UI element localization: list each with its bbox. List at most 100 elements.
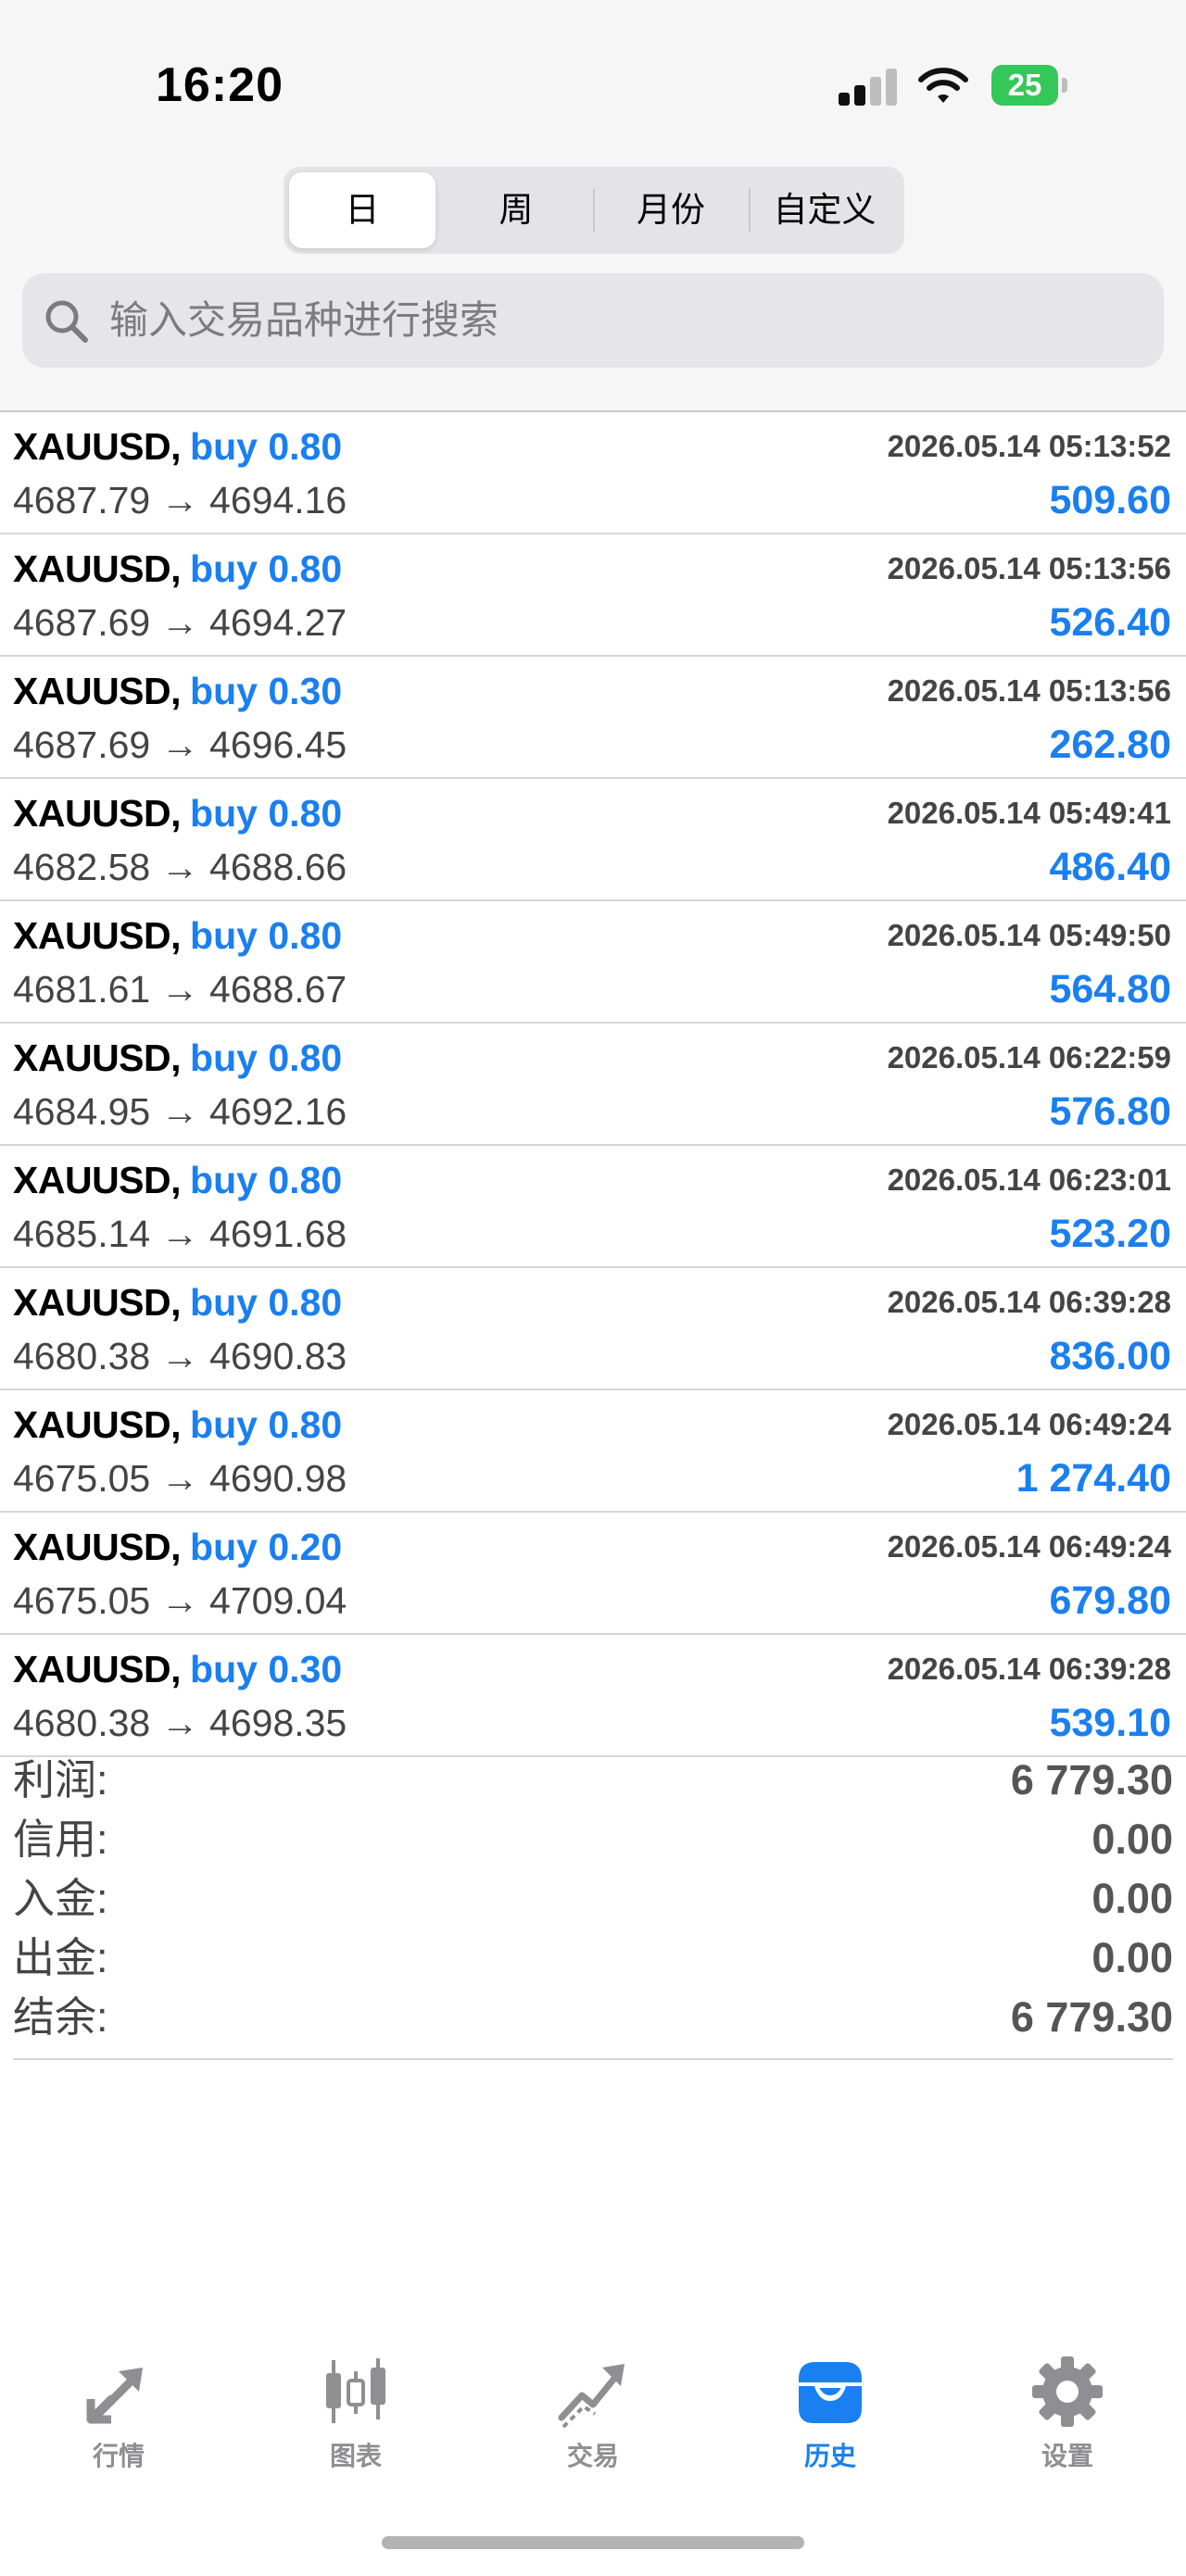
trade-direction: buy [190, 547, 258, 590]
trade-prices: 4675.05 → 4690.98 [13, 1453, 347, 1503]
summary-row: 结余: 6 779.30 [13, 1988, 1173, 2047]
tab-chart[interactable]: 图表 [282, 2344, 430, 2482]
trade-prices: 4685.14 → 4691.68 [13, 1209, 347, 1259]
trade-symbol: XAUUSD, [13, 547, 182, 590]
tab-settings[interactable]: 设置 [993, 2344, 1142, 2482]
trade-history-list: XAUUSD, buy 0.80 2026.05.14 05:13:52 4687.7… [0, 410, 1186, 1757]
trade-volume: 0.20 [268, 1526, 343, 1568]
summary-label: 结余: [13, 1993, 108, 2041]
trade-row[interactable]: XAUUSD, buy 0.80 2026.05.14 05:13:52 4687.7… [0, 412, 1186, 534]
cellular-signal-icon [839, 67, 898, 106]
tab-label: 图表 [329, 2442, 382, 2470]
status-time: 16:20 [156, 58, 284, 112]
trade-time: 2026.05.14 06:22:59 [887, 1040, 1171, 1074]
trade-prices: 4687.69 → 4696.45 [13, 720, 347, 770]
trade-profit: 539.10 [1049, 1701, 1171, 1745]
trade-prices: 4684.95 → 4692.16 [13, 1087, 347, 1137]
trade-time: 2026.05.14 06:49:24 [887, 1407, 1171, 1441]
segment-custom[interactable]: 自定义 [751, 172, 899, 248]
search-placeholder: 输入交易品种进行搜索 [109, 298, 499, 342]
tab-label: 交易 [566, 2442, 619, 2470]
summary-value: 6 779.30 [1010, 1993, 1173, 2041]
trade-time: 2026.05.14 06:49:24 [887, 1529, 1171, 1564]
trade-time: 2026.05.14 05:13:56 [887, 673, 1171, 708]
arrow-icon: → [160, 1702, 199, 1744]
trade-row[interactable]: XAUUSD, buy 0.80 2026.05.14 06:39:28 4680.3… [0, 1268, 1186, 1390]
trade-symbol-line: XAUUSD, buy 0.80 [13, 911, 342, 961]
trade-symbol: XAUUSD, [13, 670, 182, 712]
trade-row[interactable]: XAUUSD, buy 0.80 2026.05.14 06:23:01 4685.1… [0, 1146, 1186, 1268]
summary-row: 出金: 0.00 [13, 1929, 1173, 1988]
summary-row: 利润: 6 779.30 [13, 1751, 1173, 1810]
trade-symbol-line: XAUUSD, buy 0.80 [13, 421, 342, 471]
trade-volume: 0.80 [268, 1159, 343, 1201]
open-price: 4675.05 [13, 1457, 151, 1500]
arrow-icon: → [160, 1213, 199, 1255]
trade-row[interactable]: XAUUSD, buy 0.80 2026.05.14 06:22:59 4684.9… [0, 1024, 1186, 1146]
trade-time: 2026.05.14 05:13:52 [887, 429, 1171, 463]
trade-direction: buy [190, 1403, 258, 1446]
trade-time: 2026.05.14 05:13:56 [887, 551, 1171, 585]
segment-week[interactable]: 周 [441, 172, 591, 248]
trade-row[interactable]: XAUUSD, buy 0.80 2026.05.14 05:13:56 4687.6… [0, 534, 1186, 657]
summary-value: 0.00 [1091, 1934, 1173, 1981]
symbol-search-input[interactable]: 输入交易品种进行搜索 [22, 273, 1164, 368]
top-area: 16:20 25 日 周 月份 自定义 输入交易品种进行搜索 [0, 0, 1186, 410]
trade-profit: 564.80 [1049, 967, 1171, 1012]
arrow-icon: → [160, 1579, 199, 1622]
trade-profit: 262.80 [1049, 723, 1171, 767]
trade-volume: 0.80 [268, 547, 343, 590]
open-price: 4685.14 [13, 1213, 151, 1255]
trade-direction: buy [190, 1281, 258, 1324]
battery-level: 25 [991, 65, 1058, 106]
close-price: 4691.68 [209, 1213, 347, 1255]
history-inbox-icon [799, 2362, 862, 2423]
tab-quotes[interactable]: 行情 [44, 2344, 193, 2482]
summary-divider [13, 2058, 1173, 2060]
trade-symbol: XAUUSD, [13, 425, 182, 468]
trade-row[interactable]: XAUUSD, buy 0.80 2026.05.14 05:49:50 4681.6… [0, 901, 1186, 1024]
segment-month[interactable]: 月份 [595, 172, 747, 248]
trade-symbol: XAUUSD, [13, 1403, 182, 1446]
trade-prices: 4680.38 → 4690.83 [13, 1331, 347, 1381]
close-price: 4688.67 [209, 968, 347, 1011]
candlestick-chart-icon [326, 2358, 385, 2423]
summary-label: 入金: [13, 1875, 108, 1922]
trade-time: 2026.05.14 06:39:28 [887, 1652, 1171, 1686]
trade-row[interactable]: XAUUSD, buy 0.80 2026.05.14 05:49:41 4682.5… [0, 779, 1186, 901]
trade-symbol: XAUUSD, [13, 1648, 182, 1690]
trade-volume: 0.80 [268, 1403, 343, 1446]
open-price: 4681.61 [13, 968, 151, 1011]
trade-profit: 486.40 [1049, 845, 1171, 889]
arrow-icon: → [160, 1457, 199, 1500]
trade-direction: buy [190, 1526, 258, 1568]
trade-symbol-line: XAUUSD, buy 0.30 [13, 666, 342, 716]
trade-volume: 0.80 [268, 792, 343, 835]
trade-symbol: XAUUSD, [13, 1037, 182, 1079]
trade-volume: 0.80 [268, 914, 343, 957]
segment-day[interactable]: 日 [289, 172, 435, 248]
tab-history[interactable]: 历史 [756, 2344, 904, 2482]
trade-row[interactable]: XAUUSD, buy 0.80 2026.05.14 06:49:24 4675.0… [0, 1390, 1186, 1513]
close-price: 4690.83 [209, 1335, 347, 1377]
trade-row[interactable]: XAUUSD, buy 0.30 2026.05.14 06:39:28 4680.3… [0, 1635, 1186, 1757]
wifi-icon [918, 68, 968, 103]
open-price: 4675.05 [13, 1579, 151, 1622]
search-icon [45, 300, 88, 343]
close-price: 4690.98 [209, 1457, 347, 1500]
trade-symbol-line: XAUUSD, buy 0.80 [13, 788, 342, 838]
trade-symbol: XAUUSD, [13, 914, 182, 957]
close-price: 4694.16 [209, 479, 347, 521]
account-summary: 利润: 6 779.30 信用: 0.00 入金: 0.00 出金: 0.00 结余: 6 779… [13, 1751, 1173, 2047]
trade-direction: buy [190, 670, 258, 712]
trade-profit: 526.40 [1049, 600, 1171, 645]
arrow-icon: → [160, 601, 199, 644]
summary-label: 信用: [13, 1816, 108, 1863]
trade-symbol: XAUUSD, [13, 792, 182, 835]
trade-symbol-line: XAUUSD, buy 0.30 [13, 1644, 342, 1694]
tab-trade[interactable]: 交易 [519, 2344, 667, 2482]
trade-row[interactable]: XAUUSD, buy 0.30 2026.05.14 05:13:56 4687.6… [0, 657, 1186, 779]
trade-row[interactable]: XAUUSD, buy 0.20 2026.05.14 06:49:24 4675.0… [0, 1513, 1186, 1635]
trade-volume: 0.80 [268, 425, 343, 468]
trade-prices: 4682.58 → 4688.66 [13, 842, 347, 892]
